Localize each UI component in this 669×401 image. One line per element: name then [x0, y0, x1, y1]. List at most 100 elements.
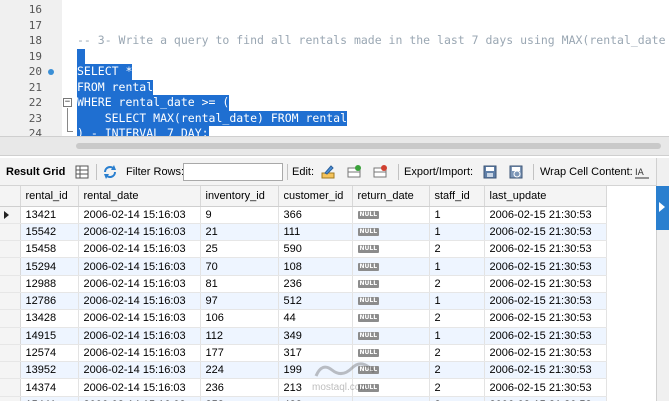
table-row[interactable]: 13952 2006-02-14 15:16:03 224 199 NULL 2 2006-… — [0, 361, 607, 380]
grid-cell-rental-date[interactable]: 2006-02-14 15:16:03 — [78, 327, 201, 345]
grid-cell-last-update[interactable]: 2006-02-15 21:30:53 — [484, 292, 607, 311]
result-grid-tab[interactable]: Result Grid — [6, 158, 65, 186]
grid-cell-rental-date[interactable]: 2006-02-14 15:16:03 — [78, 275, 201, 293]
code-line-24[interactable]: 24 ) - INTERVAL 7 DAY; — [0, 126, 669, 136]
code-line-18[interactable]: 18 -- 3- Write a query to find all renta… — [0, 33, 669, 49]
grid-cell-return-date[interactable]: NULL — [352, 327, 430, 345]
grid-cell-staff-id[interactable]: 2 — [429, 378, 485, 397]
table-row[interactable]: 14915 2006-02-14 15:16:03 112 349 NULL 1 2006-… — [0, 327, 607, 345]
grid-cell-customer-id[interactable]: 236 — [278, 275, 353, 293]
row-indicator[interactable] — [0, 223, 21, 242]
grid-cell-rental-date[interactable]: 2006-02-14 15:16:03 — [78, 344, 201, 363]
row-indicator[interactable] — [0, 327, 21, 345]
filter-rows-input[interactable] — [183, 163, 283, 181]
grid-cell-return-date[interactable]: NULL — [352, 206, 430, 224]
table-row[interactable]: 15294 2006-02-14 15:16:03 70 108 NULL 1 2006-0… — [0, 257, 607, 276]
table-row[interactable]: 13421 2006-02-14 15:16:03 9 366 NULL 1 2006-02… — [0, 206, 607, 224]
grid-cell-last-update[interactable]: 2006-02-15 21:30:53 — [484, 309, 607, 328]
grid-cell-rental-date[interactable]: 2006-02-14 15:16:03 — [78, 206, 201, 224]
grid-cell-last-update[interactable]: 2006-02-15 21:30:53 — [484, 361, 607, 380]
grid-cell-rental-id[interactable]: 13421 — [20, 206, 79, 224]
grid-cell-staff-id[interactable]: 2 — [429, 361, 485, 380]
row-indicator[interactable] — [0, 240, 21, 259]
grid-cell-customer-id[interactable]: 108 — [278, 257, 353, 276]
table-row[interactable]: 12786 2006-02-14 15:16:03 97 512 NULL 1 2006-0… — [0, 292, 607, 311]
column-header[interactable]: rental_date — [78, 186, 201, 207]
column-header[interactable]: return_date — [352, 186, 430, 207]
table-row[interactable]: 15542 2006-02-14 15:16:03 21 111 NULL 1 2006-0… — [0, 223, 607, 242]
grid-cell-rental-id[interactable]: 12988 — [20, 275, 79, 293]
grid-cell-customer-id[interactable]: 349 — [278, 327, 353, 345]
grid-cell-last-update[interactable]: 2006-02-15 21:30:53 — [484, 223, 607, 242]
grid-cell-return-date[interactable]: NULL — [352, 309, 430, 328]
grid-cell-rental-id[interactable]: 12786 — [20, 292, 79, 311]
grid-cell-rental-date[interactable]: 2006-02-14 15:16:03 — [78, 223, 201, 242]
grid-cell-last-update[interactable]: 2006-02-15 21:30:53 — [484, 378, 607, 397]
sql-editor[interactable]: 16 17 18 -- 3- Write a query to find all… — [0, 0, 669, 136]
row-indicator[interactable] — [0, 275, 21, 293]
result-grid-side-tab[interactable] — [656, 186, 669, 230]
column-header[interactable]: last_update — [484, 186, 607, 207]
grid-cell-last-update[interactable]: 2006-02-15 21:30:53 — [484, 344, 607, 363]
grid-cell-inventory-id[interactable]: 70 — [200, 257, 279, 276]
grid-cell-return-date[interactable]: NULL — [352, 223, 430, 242]
grid-cell-rental-id[interactable]: 13428 — [20, 309, 79, 328]
grid-cell-staff-id[interactable]: 1 — [429, 257, 485, 276]
grid-cell-last-update[interactable]: 2006-02-15 21:30:53 — [484, 206, 607, 224]
grid-cell-customer-id[interactable]: 44 — [278, 309, 353, 328]
scrollbar-thumb[interactable] — [76, 143, 661, 149]
grid-cell-rental-date[interactable]: 2006-02-14 15:16:03 — [78, 309, 201, 328]
table-row[interactable]: 154412006-02-14 15:16:03258422NULL22006-… — [0, 396, 607, 401]
code-line-22[interactable]: 22 WHERE rental_date >= ( — [0, 95, 669, 111]
grid-cell-staff-id[interactable]: 2 — [429, 309, 485, 328]
grid-cell-last-update[interactable]: 2006-02-15 21:30:53 — [484, 240, 607, 259]
add-row-icon[interactable] — [346, 164, 362, 180]
grid-cell-staff-id[interactable]: 2 — [429, 275, 485, 293]
refresh-icon[interactable] — [102, 164, 118, 180]
grid-cell-rental-date[interactable]: 2006-02-14 15:16:03 — [78, 240, 201, 259]
row-indicator[interactable] — [0, 292, 21, 311]
grid-cell-inventory-id[interactable]: 81 — [200, 275, 279, 293]
grid-cell-rental-date[interactable]: 2006-02-14 15:16:03 — [78, 257, 201, 276]
grid-cell-rental-id[interactable]: 14915 — [20, 327, 79, 345]
grid-cell-return-date[interactable]: NULL — [352, 292, 430, 311]
row-indicator[interactable] — [0, 257, 21, 276]
grid-cell-staff-id[interactable]: 1 — [429, 206, 485, 224]
grid-cell-inventory-id[interactable]: 97 — [200, 292, 279, 311]
grid-cell-rental-id[interactable]: 15294 — [20, 257, 79, 276]
grid-cell-staff-id[interactable]: 1 — [429, 327, 485, 345]
code-line-19[interactable]: 19 — [0, 48, 669, 64]
code-line-17[interactable]: 17 — [0, 18, 669, 34]
row-indicator[interactable] — [0, 396, 21, 401]
grid-cell-inventory-id[interactable]: 177 — [200, 344, 279, 363]
grid-cell-last-update[interactable]: 2006-02-15 21:30:53 — [484, 275, 607, 293]
grid-cell-staff-id[interactable]: 2 — [429, 344, 485, 363]
column-header[interactable]: rental_id — [20, 186, 79, 207]
grid-cell-rental-id[interactable]: 15441 — [20, 396, 79, 401]
grid-cell-rental-date[interactable]: 2006-02-14 15:16:03 — [78, 361, 201, 380]
grid-view-icon[interactable] — [74, 164, 90, 180]
grid-cell-rental-date[interactable]: 2006-02-14 15:16:03 — [78, 396, 201, 401]
grid-cell-staff-id[interactable]: 2 — [429, 240, 485, 259]
grid-cell-inventory-id[interactable]: 9 — [200, 206, 279, 224]
grid-cell-staff-id[interactable]: 1 — [429, 292, 485, 311]
wrap-text-icon[interactable]: IA — [634, 164, 650, 180]
grid-cell-customer-id[interactable]: 366 — [278, 206, 353, 224]
grid-cell-inventory-id[interactable]: 224 — [200, 361, 279, 380]
table-row[interactable]: 12574 2006-02-14 15:16:03 177 317 NULL 2 2006-… — [0, 344, 607, 363]
grid-cell-return-date[interactable]: NULL — [352, 257, 430, 276]
row-indicator[interactable] — [0, 309, 21, 328]
edit-row-icon[interactable] — [320, 164, 336, 180]
grid-cell-rental-date[interactable]: 2006-02-14 15:16:03 — [78, 378, 201, 397]
grid-cell-rental-id[interactable]: 15542 — [20, 223, 79, 242]
statement-marker-icon[interactable] — [48, 69, 54, 75]
grid-cell-inventory-id[interactable]: 236 — [200, 378, 279, 397]
grid-cell-inventory-id[interactable]: 106 — [200, 309, 279, 328]
table-row[interactable]: 12988 2006-02-14 15:16:03 81 236 NULL 2 2006-0… — [0, 275, 607, 293]
grid-cell-rental-id[interactable]: 12574 — [20, 344, 79, 363]
row-indicator[interactable] — [0, 361, 21, 380]
row-indicator[interactable] — [0, 344, 21, 363]
grid-cell-inventory-id[interactable]: 21 — [200, 223, 279, 242]
grid-cell-last-update[interactable]: 2006-02-15 21:30:53 — [484, 327, 607, 345]
column-header[interactable]: customer_id — [278, 186, 353, 207]
